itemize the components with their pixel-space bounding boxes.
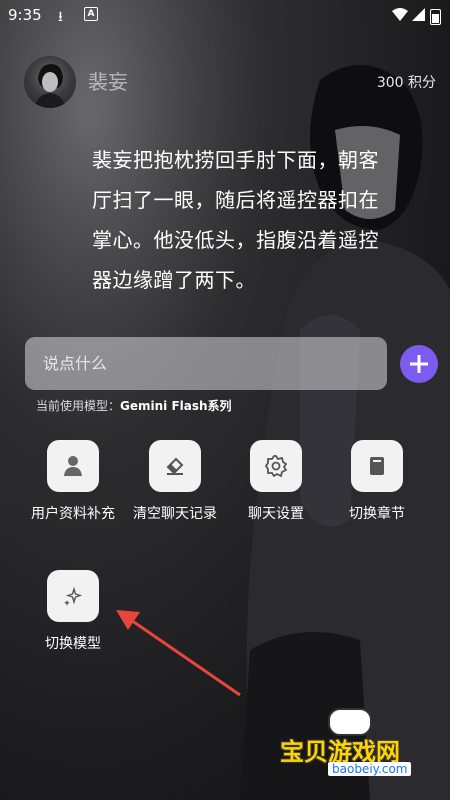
watermark-logo: 宝贝游戏网 baobeiy.com xyxy=(278,706,438,786)
annotation-arrow-icon xyxy=(116,610,241,697)
watermark-url: baobeiy.com xyxy=(328,762,412,776)
